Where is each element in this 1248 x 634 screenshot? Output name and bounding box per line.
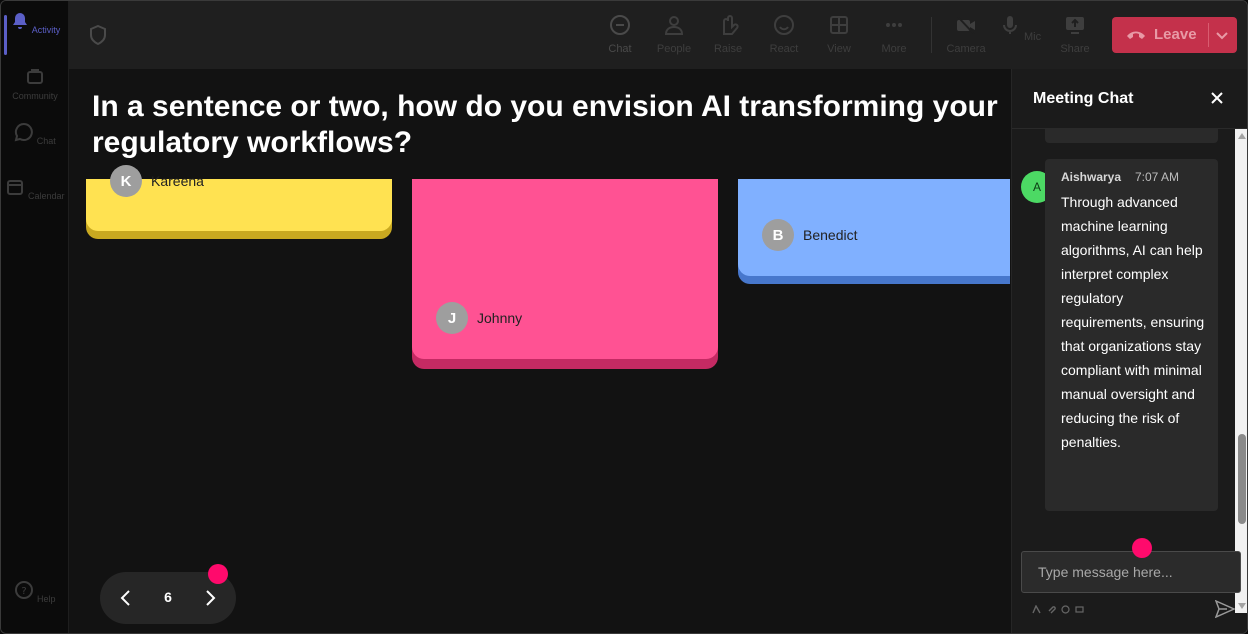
hang-up-icon <box>1127 31 1145 39</box>
highlight-dot <box>1132 538 1152 558</box>
whiteboard-stage: In a sentence or two, how do you envisio… <box>69 69 1011 633</box>
author-name: Kareena <box>151 173 204 189</box>
app-rail: Activity Community Chat Calendar ? Help <box>1 1 69 633</box>
avatar: J <box>436 302 468 334</box>
chat-message-input[interactable] <box>1021 551 1241 593</box>
avatar: K <box>110 165 142 197</box>
chat-icon <box>14 122 34 142</box>
toolbar-people-button[interactable]: People <box>651 11 697 55</box>
leave-button[interactable]: Leave <box>1112 17 1237 53</box>
emoji-icon[interactable] <box>1061 605 1070 614</box>
author-name: Benedict <box>803 227 858 243</box>
toolbar-react-button[interactable]: React <box>761 11 807 55</box>
rail-item-community[interactable]: Community <box>1 67 69 101</box>
chevron-down-icon[interactable] <box>1214 27 1230 43</box>
toolbar-raise-button[interactable]: Raise <box>705 11 751 55</box>
gif-icon[interactable] <box>1075 605 1084 614</box>
meeting-toolbar: Chat People Raise React View More Camera <box>69 1 1247 69</box>
toolbar-raise-label: Raise <box>713 43 743 55</box>
calendar-icon <box>7 180 24 195</box>
toolbar-more-button[interactable]: More <box>871 11 917 55</box>
toolbar-mic-label: Mic <box>1023 31 1042 43</box>
community-icon <box>27 69 43 84</box>
attach-icon[interactable] <box>1047 605 1056 614</box>
author-name: Johnny <box>477 310 523 326</box>
chat-header: Meeting Chat <box>1012 69 1247 129</box>
toolbar-react-label: React <box>769 43 799 55</box>
people-icon <box>664 16 684 35</box>
rail-label-community: Community <box>12 91 58 101</box>
card-author: B Benedict <box>762 219 857 251</box>
microphone-icon <box>1002 16 1017 34</box>
chat-message: Aishwarya 7:07 AM Through advanced machi… <box>1045 159 1218 511</box>
shield-icon[interactable] <box>89 25 107 45</box>
previous-message-bubble <box>1045 129 1218 143</box>
share-screen-icon <box>1066 17 1084 34</box>
toolbar-chat-label: Chat <box>608 43 632 55</box>
smiley-icon <box>774 15 794 35</box>
sticky-note-card[interactable]: J Johnny <box>412 179 718 359</box>
toolbar-camera-label: Camera <box>946 43 986 55</box>
chat-message-list: A Aishwarya 7:07 AM Through advanced mac… <box>1012 129 1234 613</box>
raise-hand-icon <box>723 15 739 35</box>
chat-title: Meeting Chat <box>1033 90 1134 107</box>
bell-icon <box>12 13 27 29</box>
toolbar-camera-button[interactable]: Camera <box>943 11 989 55</box>
question-title: In a sentence or two, how do you envisio… <box>92 90 998 159</box>
chevron-left-icon[interactable] <box>116 588 136 608</box>
chevron-right-icon[interactable] <box>200 588 220 608</box>
chat-scrollbar[interactable] <box>1235 129 1247 613</box>
highlight-dot <box>208 564 228 584</box>
scroll-thumb[interactable] <box>1238 434 1246 524</box>
message-time: 7:07 AM <box>1135 170 1180 184</box>
help-icon: ? <box>15 581 34 599</box>
more-icon <box>886 23 902 27</box>
sticky-note-card[interactable]: K Kareena <box>86 165 392 231</box>
toolbar-share-button[interactable]: Share <box>1052 11 1098 55</box>
toolbar-more-label: More <box>881 43 907 55</box>
toolbar-people-label: People <box>656 43 692 55</box>
toolbar-divider <box>931 17 932 53</box>
meeting-chat-panel: Meeting Chat A Aishwarya 7:07 AM Through… <box>1011 69 1247 633</box>
close-icon[interactable] <box>1209 90 1225 106</box>
avatar-initial: A <box>1032 180 1041 194</box>
card-author: K Kareena <box>110 165 204 197</box>
svg-text:?: ? <box>22 586 27 597</box>
leave-divider <box>1208 23 1209 47</box>
meeting-window: Activity Community Chat Calendar ? Help … <box>0 0 1248 634</box>
scroll-up-arrow[interactable] <box>1238 133 1246 139</box>
rail-item-activity[interactable]: Activity <box>1 11 69 55</box>
rail-label-calendar: Calendar <box>27 191 65 201</box>
toolbar-view-button[interactable]: View <box>816 11 862 55</box>
rail-label-help: Help <box>37 594 56 604</box>
message-text: Through advanced machine learning algori… <box>1061 194 1205 450</box>
sticky-note-card[interactable]: B Benedict <box>738 179 1010 276</box>
message-sender: Aishwarya <box>1061 170 1122 184</box>
rail-item-help[interactable]: ? Help <box>1 580 69 604</box>
send-icon[interactable] <box>1215 600 1235 618</box>
rail-label-activity: Activity <box>31 25 61 35</box>
page-number: 6 <box>164 589 172 605</box>
toolbar-share-label: Share <box>1060 43 1090 55</box>
toolbar-view-label: View <box>827 43 851 55</box>
grid-view-icon <box>830 16 848 34</box>
format-icon[interactable] <box>1032 605 1041 614</box>
avatar: B <box>762 219 794 251</box>
toolbar-chat-button[interactable]: Chat <box>597 11 643 55</box>
toolbar-mic-button[interactable]: Mic <box>997 11 1043 43</box>
rail-label-chat: Chat <box>36 136 56 146</box>
leave-label: Leave <box>1154 26 1197 43</box>
rail-item-calendar[interactable]: Calendar <box>1 177 69 201</box>
camera-off-icon <box>957 16 975 35</box>
chat-icon <box>610 15 630 35</box>
scroll-down-arrow[interactable] <box>1238 603 1246 609</box>
card-author: J Johnny <box>436 302 522 334</box>
rail-item-chat[interactable]: Chat <box>1 122 69 146</box>
